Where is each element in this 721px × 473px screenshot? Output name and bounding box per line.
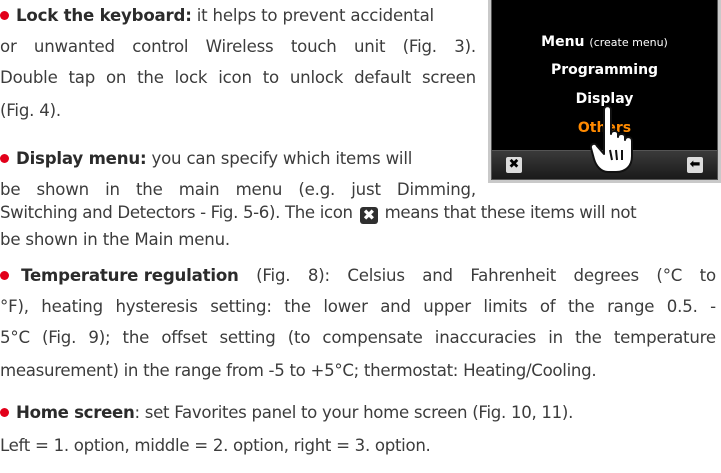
display-line-4: be shown in the Main menu. <box>0 230 230 249</box>
device-screen: Menu (create menu) Programming Display O… <box>491 0 718 180</box>
menu-item-menu[interactable]: Menu (create menu) <box>492 34 717 50</box>
home-title: Home screen <box>16 403 135 422</box>
bullet-icon <box>0 271 9 280</box>
bullet-icon <box>0 154 9 163</box>
display-title: Display menu: <box>16 149 147 168</box>
lock-line-2: or unwanted control Wireless touch unit … <box>0 37 476 56</box>
bullet-icon <box>0 11 9 20</box>
display-line-3: Switching and Detectors - Fig. 5-6). The… <box>0 203 637 224</box>
lock-title: Lock the keyboard: <box>16 6 192 25</box>
temp-line-3: 5°C (Fig. 9); the offset setting (to com… <box>0 328 716 347</box>
temp-line-2: °F), heating hysteresis setting: the low… <box>0 297 716 316</box>
menu-item-programming[interactable]: Programming <box>492 62 717 78</box>
temp-line-1: Temperature regulation (Fig. 8): Celsius… <box>0 266 716 286</box>
lock-line-1: Lock the keyboard: it helps to prevent a… <box>0 6 476 26</box>
lock-line-4: (Fig. 4). <box>0 101 62 120</box>
bullet-icon <box>0 408 9 417</box>
display-line-1: Display menu: you can specify which item… <box>0 149 476 169</box>
menu-item-label: Programming <box>550 62 659 78</box>
close-icon[interactable]: ✖ <box>506 157 522 173</box>
temperature-title: Temperature regulation <box>21 266 239 285</box>
home-line-2: Left = 1. option, middle = 2. option, ri… <box>0 436 431 455</box>
temp-line-4: measurement) in the range from -5 to +5°… <box>0 361 597 380</box>
device-screen-figure: Menu (create menu) Programming Display O… <box>488 0 721 183</box>
close-icon: ✖ <box>359 207 378 224</box>
lock-line-3: Double tap on the lock icon to unlock de… <box>0 68 476 87</box>
menu-item-note: (create menu) <box>589 36 668 49</box>
display-line-2: be shown in the main menu (e.g. just Dim… <box>0 180 476 199</box>
home-line-1: Home screen: set Favorites panel to your… <box>0 403 573 423</box>
tap-hand-icon <box>590 105 633 173</box>
back-arrow-icon[interactable]: ⬅ <box>687 157 703 173</box>
menu-item-label: Menu <box>541 34 585 50</box>
